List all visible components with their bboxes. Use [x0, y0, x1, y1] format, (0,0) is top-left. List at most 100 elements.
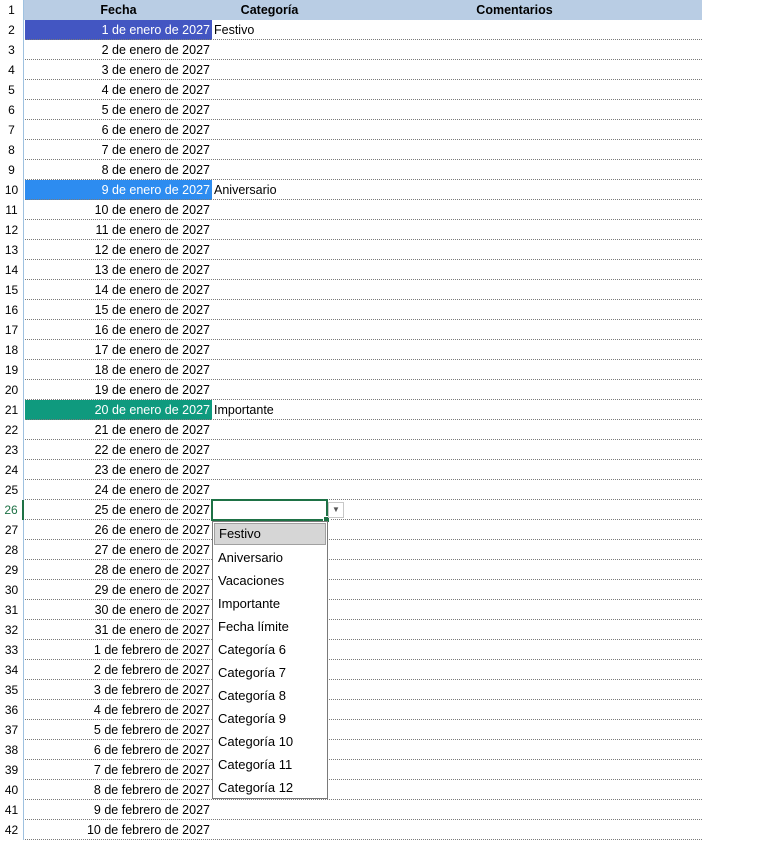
cell-comentarios[interactable] [327, 560, 702, 580]
cell-fecha[interactable]: 18 de enero de 2027 [25, 360, 212, 380]
cell-categoria[interactable] [212, 420, 327, 440]
dropdown-option[interactable]: Vacaciones [213, 569, 327, 592]
cell-comentarios[interactable] [327, 660, 702, 680]
cell-categoria[interactable] [212, 40, 327, 60]
cell-fecha[interactable]: 1 de febrero de 2027 [25, 640, 212, 660]
row-number[interactable]: 5 [0, 80, 24, 100]
dropdown-option[interactable]: Categoría 7 [213, 661, 327, 684]
cell-comentarios[interactable] [327, 520, 702, 540]
cell-comentarios[interactable] [327, 580, 702, 600]
row-number[interactable]: 16 [0, 300, 24, 320]
cell-categoria[interactable] [212, 380, 327, 400]
cell-comentarios[interactable] [327, 500, 702, 520]
cell-categoria[interactable] [212, 440, 327, 460]
cell-comentarios[interactable] [327, 240, 702, 260]
cell-fecha[interactable]: 4 de enero de 2027 [25, 80, 212, 100]
cell-categoria[interactable] [212, 240, 327, 260]
cell-fecha[interactable]: 26 de enero de 2027 [25, 520, 212, 540]
row-number[interactable]: 33 [0, 640, 24, 660]
row-number[interactable]: 30 [0, 580, 24, 600]
cell-categoria[interactable]: Festivo [212, 20, 327, 40]
cell-fecha[interactable]: 29 de enero de 2027 [25, 580, 212, 600]
cell-fecha[interactable]: 12 de enero de 2027 [25, 240, 212, 260]
cell-fecha[interactable]: 1 de enero de 2027 [25, 20, 212, 40]
row-number[interactable]: 39 [0, 760, 24, 780]
cell-categoria[interactable] [212, 480, 327, 500]
row-number[interactable]: 8 [0, 140, 24, 160]
category-dropdown-list[interactable]: Festivo Aniversario Vacaciones Importante Fe… [212, 521, 328, 799]
cell-fecha[interactable]: 13 de enero de 2027 [25, 260, 212, 280]
cell-categoria[interactable] [212, 80, 327, 100]
cell-comentarios[interactable] [327, 200, 702, 220]
cell-comentarios[interactable] [327, 620, 702, 640]
cell-fecha[interactable]: 28 de enero de 2027 [25, 560, 212, 580]
cell-comentarios[interactable] [327, 740, 702, 760]
cell-fecha[interactable]: 6 de enero de 2027 [25, 120, 212, 140]
dropdown-button[interactable]: ▼ [328, 502, 344, 518]
cell-categoria[interactable] [212, 200, 327, 220]
cell-categoria[interactable] [212, 140, 327, 160]
row-number[interactable]: 41 [0, 800, 24, 820]
cell-categoria[interactable] [212, 160, 327, 180]
row-number[interactable]: 13 [0, 240, 24, 260]
cell-categoria[interactable] [212, 320, 327, 340]
cell-comentarios[interactable] [327, 780, 702, 800]
cell-fecha[interactable]: 10 de enero de 2027 [25, 200, 212, 220]
dropdown-option[interactable]: Aniversario [213, 546, 327, 569]
row-number[interactable]: 37 [0, 720, 24, 740]
cell-comentarios[interactable] [327, 320, 702, 340]
cell-categoria[interactable] [212, 340, 327, 360]
cell-comentarios[interactable] [327, 760, 702, 780]
cell-comentarios[interactable] [327, 160, 702, 180]
row-number[interactable]: 25 [0, 480, 24, 500]
row-number[interactable]: 20 [0, 380, 24, 400]
cell-comentarios[interactable] [327, 400, 702, 420]
active-cell-categoria[interactable] [211, 499, 330, 523]
cell-categoria[interactable] [212, 260, 327, 280]
dropdown-option[interactable]: Festivo [214, 523, 326, 545]
row-number[interactable]: 3 [0, 40, 24, 60]
row-number[interactable]: 12 [0, 220, 24, 240]
row-number[interactable]: 7 [0, 120, 24, 140]
cell-fecha[interactable]: 17 de enero de 2027 [25, 340, 212, 360]
cell-comentarios[interactable] [327, 180, 702, 200]
row-number[interactable]: 11 [0, 200, 24, 220]
row-number[interactable]: 42 [0, 820, 24, 840]
cell-categoria[interactable] [212, 60, 327, 80]
cell-comentarios[interactable] [327, 140, 702, 160]
cell-fecha[interactable]: 3 de febrero de 2027 [25, 680, 212, 700]
cell-fecha[interactable]: 9 de enero de 2027 [25, 180, 212, 200]
cell-categoria[interactable] [212, 460, 327, 480]
cell-categoria[interactable]: Importante [212, 400, 327, 420]
cell-comentarios[interactable] [327, 720, 702, 740]
row-number[interactable]: 6 [0, 100, 24, 120]
row-number[interactable]: 14 [0, 260, 24, 280]
row-number[interactable]: 18 [0, 340, 24, 360]
column-header-fecha[interactable]: Fecha [25, 0, 212, 20]
dropdown-option[interactable]: Importante [213, 592, 327, 615]
cell-fecha[interactable]: 2 de enero de 2027 [25, 40, 212, 60]
cell-fecha[interactable]: 9 de febrero de 2027 [25, 800, 212, 820]
cell-comentarios[interactable] [327, 640, 702, 660]
cell-categoria[interactable] [212, 280, 327, 300]
cell-fecha[interactable]: 25 de enero de 2027 [25, 500, 212, 520]
cell-comentarios[interactable] [327, 420, 702, 440]
cell-comentarios[interactable] [327, 280, 702, 300]
row-number[interactable]: 22 [0, 420, 24, 440]
cell-categoria[interactable] [212, 100, 327, 120]
dropdown-option[interactable]: Categoría 12 [213, 776, 327, 799]
cell-comentarios[interactable] [327, 340, 702, 360]
cell-fecha[interactable]: 15 de enero de 2027 [25, 300, 212, 320]
cell-comentarios[interactable] [327, 360, 702, 380]
cell-comentarios[interactable] [327, 380, 702, 400]
cell-categoria[interactable] [212, 360, 327, 380]
cell-fecha[interactable]: 10 de febrero de 2027 [25, 820, 212, 840]
cell-comentarios[interactable] [327, 440, 702, 460]
cell-comentarios[interactable] [327, 120, 702, 140]
cell-comentarios[interactable] [327, 820, 702, 840]
dropdown-option[interactable]: Categoría 9 [213, 707, 327, 730]
cell-comentarios[interactable] [327, 600, 702, 620]
cell-comentarios[interactable] [327, 460, 702, 480]
cell-fecha[interactable]: 8 de enero de 2027 [25, 160, 212, 180]
cell-fecha[interactable]: 23 de enero de 2027 [25, 460, 212, 480]
